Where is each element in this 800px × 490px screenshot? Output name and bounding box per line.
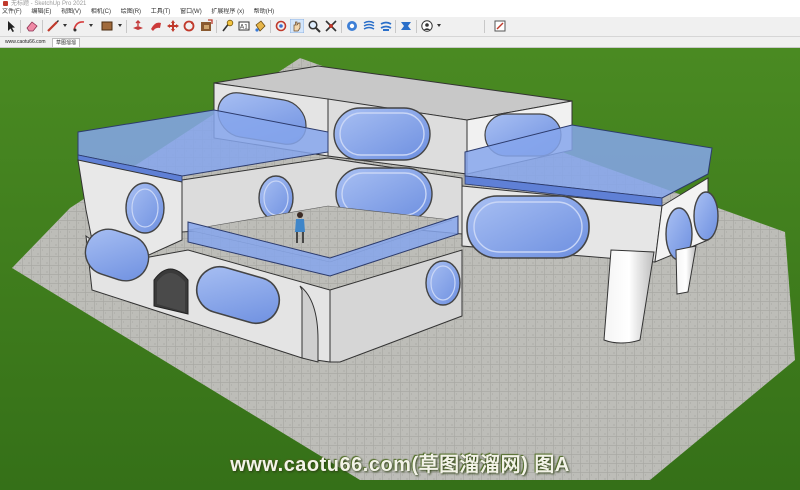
zoom-extents-icon[interactable] [324, 19, 338, 33]
arc-icon[interactable] [72, 19, 86, 33]
extension-warehouse-icon[interactable] [420, 19, 434, 33]
3d-warehouse-icon[interactable] [399, 19, 413, 33]
paint-bucket-icon[interactable] [253, 19, 267, 33]
move-icon[interactable] [166, 19, 180, 33]
model-scene[interactable] [0, 48, 800, 490]
text-icon[interactable]: A1 [237, 19, 251, 33]
rectangle-icon[interactable] [100, 19, 114, 33]
menu-file[interactable]: 文件(F) [2, 8, 22, 17]
menu-draw[interactable]: 绘图(R) [121, 8, 141, 17]
menu-help[interactable]: 帮助(H) [254, 8, 274, 17]
model-viewport[interactable] [0, 48, 800, 490]
menu-edit[interactable]: 编辑(E) [31, 8, 51, 17]
tape-measure-icon[interactable] [220, 19, 234, 33]
orbit-icon[interactable] [274, 19, 288, 33]
offset-icon[interactable] [199, 19, 213, 33]
follow-me-icon[interactable] [149, 19, 163, 33]
menu-extensions[interactable]: 扩展程序 (x) [211, 8, 244, 17]
svg-text:A1: A1 [240, 24, 248, 31]
menu-bar: 文件(F) 编辑(E) 视图(V) 相机(C) 绘图(R) 工具(T) 窗口(W… [0, 8, 800, 17]
rotate-icon[interactable] [182, 19, 196, 33]
main-toolbar: A1 [0, 17, 800, 37]
pan-icon[interactable] [290, 19, 304, 33]
window-title: 无标题 - SketchUp Pro 2021 [11, 1, 87, 7]
line-icon[interactable] [46, 19, 60, 33]
previous-view-icon[interactable] [345, 19, 359, 33]
scene-tab[interactable]: 草图溜溜 [52, 38, 81, 47]
next-view-icon[interactable] [362, 19, 376, 33]
push-pull-icon[interactable] [131, 19, 145, 33]
select-icon[interactable] [4, 19, 18, 33]
sketchup-logo-icon [3, 0, 8, 6]
watermark: www.caotu66.com(草图溜溜网) 图A [230, 454, 570, 476]
menu-camera[interactable]: 相机(C) [91, 8, 111, 17]
eraser-icon[interactable] [25, 19, 39, 33]
window-upper-center [333, 107, 431, 161]
menu-tools[interactable]: 工具(T) [151, 8, 171, 17]
menu-window[interactable]: 窗口(W) [180, 8, 202, 17]
standard-views-icon[interactable] [379, 19, 393, 33]
zoom-icon[interactable] [307, 19, 321, 33]
site-label: www.caotu66.com [5, 39, 46, 45]
scene-tabs-bar: www.caotu66.com 草图溜溜 [0, 37, 800, 48]
round-window-right-2 [693, 191, 719, 241]
menu-view[interactable]: 视图(V) [61, 8, 81, 17]
layout-icon[interactable] [493, 19, 507, 33]
window-title-bar: 无标题 - SketchUp Pro 2021 [0, 0, 800, 8]
